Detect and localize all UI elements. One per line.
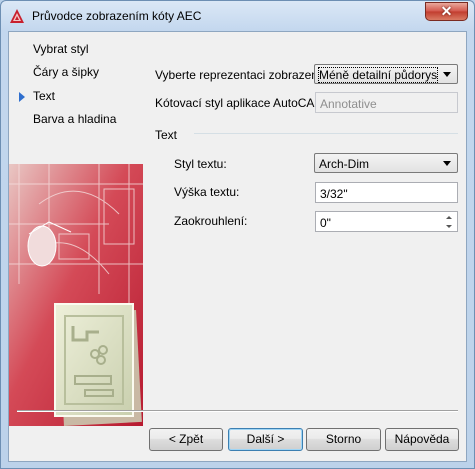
step-barva-a-hladina[interactable]: Barva a hladina <box>33 112 116 126</box>
autocad-logo-icon <box>10 9 24 23</box>
text-group-title: Text <box>155 128 178 142</box>
autocad-style-label: Kótovací styl aplikace AutoCAD: <box>155 96 327 110</box>
wizard-window: Průvodce zobrazením kóty AEC ✕ Vybrat st… <box>0 0 475 469</box>
text-style-label: Styl textu: <box>174 157 227 171</box>
spin-up-icon[interactable] <box>443 213 456 222</box>
footer-separator <box>17 410 458 412</box>
back-button[interactable]: < Zpět <box>149 428 223 451</box>
step-vybrat-styl[interactable]: Vybrat styl <box>33 42 89 56</box>
text-style-value: Arch-Dim <box>319 157 369 171</box>
rounding-value: 0" <box>320 216 331 230</box>
next-button[interactable]: Další > <box>228 428 303 451</box>
title-bar[interactable]: Průvodce zobrazením kóty AEC ✕ <box>1 1 474 31</box>
text-height-value: 3/32" <box>320 187 348 201</box>
step-text[interactable]: Text <box>33 89 55 103</box>
rounding-label: Zaokrouhlení: <box>174 214 248 228</box>
representation-select[interactable]: Méně detailní půdorys <box>314 64 458 84</box>
group-divider <box>194 133 458 134</box>
cancel-button[interactable]: Storno <box>306 428 381 451</box>
text-height-label: Výška textu: <box>174 185 240 199</box>
autocad-style-field: Annotative <box>315 92 458 113</box>
representation-label: Vyberte reprezentaci zobrazení: <box>155 68 325 82</box>
representation-value: Méně detailní půdorys <box>317 67 439 83</box>
chevron-down-icon <box>443 72 451 77</box>
active-step-arrow-icon <box>19 92 25 102</box>
rounding-input[interactable]: 0" <box>315 211 458 232</box>
close-button[interactable]: ✕ <box>425 2 468 21</box>
chevron-down-icon <box>443 161 451 166</box>
autocad-style-value: Annotative <box>320 97 377 111</box>
wizard-illustration <box>9 164 143 426</box>
text-height-input[interactable]: 3/32" <box>315 182 458 203</box>
rounding-spinner[interactable] <box>443 213 456 232</box>
text-style-select[interactable]: Arch-Dim <box>314 153 458 173</box>
close-icon: ✕ <box>440 3 453 19</box>
help-button[interactable]: Nápověda <box>385 428 459 451</box>
step-cary-a-sipky[interactable]: Čáry a šipky <box>33 65 99 79</box>
window-title: Průvodce zobrazením kóty AEC <box>32 9 202 23</box>
dialog-body: Vybrat styl Čáry a šipky Text Barva a hl… <box>8 31 467 462</box>
spin-down-icon[interactable] <box>443 222 456 231</box>
